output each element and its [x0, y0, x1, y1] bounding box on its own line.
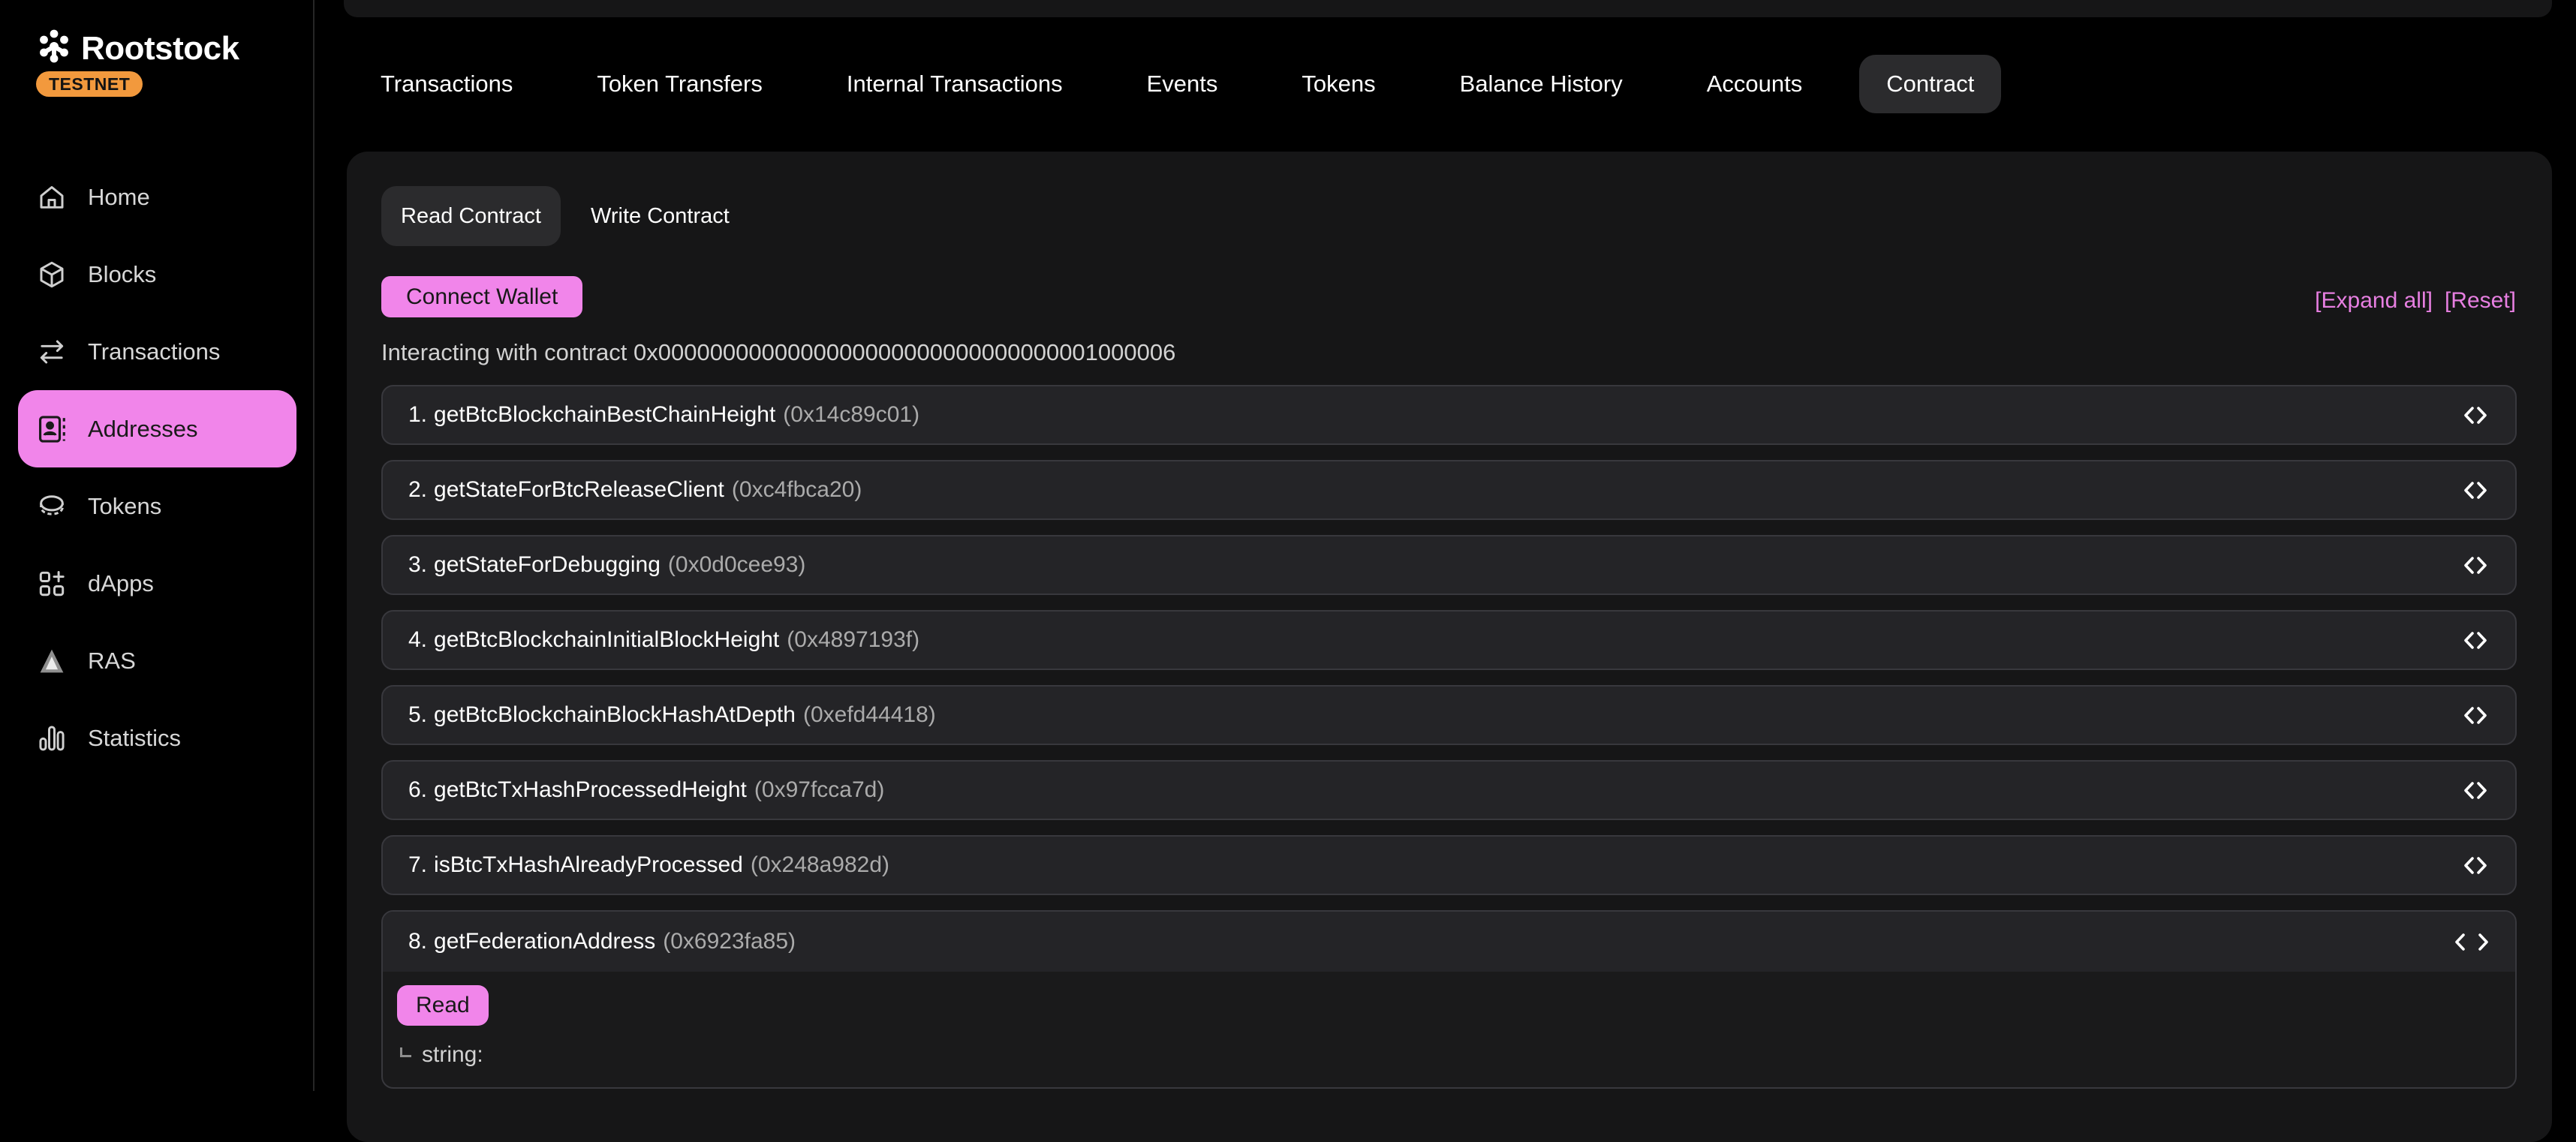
method-name: getStateForBtcReleaseClient	[434, 477, 724, 503]
tokens-icon	[36, 491, 68, 522]
tab-tokens[interactable]: Tokens	[1302, 71, 1375, 98]
method-name: isBtcTxHashAlreadyProcessed	[434, 852, 743, 878]
code-icon[interactable]	[2461, 630, 2490, 651]
interacting-with-contract-text: Interacting with contract 0x000000000000…	[381, 339, 1175, 366]
method-name: getBtcBlockchainInitialBlockHeight	[434, 627, 779, 653]
method-selector: (0x14c89c01)	[783, 402, 919, 428]
method-number: 8.	[408, 929, 427, 954]
method-selector: (0x97fcca7d)	[754, 777, 884, 803]
code-icon-expanded[interactable]	[2454, 932, 2490, 952]
tab-contract[interactable]: Contract	[1859, 55, 2001, 113]
method-row-3[interactable]: 3. getStateForDebugging (0x0d0cee93)	[381, 535, 2517, 595]
sidebar-item-label: RAS	[88, 648, 136, 675]
method-selector: (0x0d0cee93)	[668, 552, 805, 578]
method-selector: (0x248a982d)	[751, 852, 889, 878]
method-selector: (0xc4fbca20)	[732, 477, 862, 503]
sidebar-item-blocks[interactable]: Blocks	[18, 236, 296, 313]
method-name: getBtcBlockchainBestChainHeight	[434, 402, 775, 428]
method-8-body: Read string:	[383, 972, 2515, 1087]
code-icon[interactable]	[2461, 705, 2490, 726]
sidebar-item-label: Blocks	[88, 261, 156, 288]
method-row-1[interactable]: 1. getBtcBlockchainBestChainHeight (0x14…	[381, 385, 2517, 445]
sidebar-item-home[interactable]: Home	[18, 158, 296, 236]
code-icon[interactable]	[2461, 780, 2490, 801]
method-row-5[interactable]: 5. getBtcBlockchainBlockHashAtDepth (0xe…	[381, 685, 2517, 745]
sidebar-item-label: dApps	[88, 570, 154, 597]
sidebar-item-ras[interactable]: RAS	[18, 622, 296, 699]
method-row-8[interactable]: 8. getFederationAddress (0x6923fa85)	[383, 912, 2515, 972]
sidebar-item-addresses[interactable]: Addresses	[18, 390, 296, 467]
reset-link[interactable]: [Reset]	[2445, 288, 2516, 314]
subtab-write-contract[interactable]: Write Contract	[591, 204, 730, 229]
method-number: 1.	[408, 402, 427, 428]
method-row-6[interactable]: 6. getBtcTxHashProcessedHeight (0x97fcca…	[381, 760, 2517, 820]
method-number: 5.	[408, 702, 427, 728]
output-branch-icon	[400, 1047, 411, 1057]
code-icon[interactable]	[2461, 405, 2490, 425]
sidebar: Rootstock TESTNET Home Blocks Transactio…	[0, 0, 314, 1091]
read-button[interactable]: Read	[397, 985, 489, 1026]
method-name: getBtcTxHashProcessedHeight	[434, 777, 747, 803]
panel-links: [Expand all] [Reset]	[2315, 288, 2516, 314]
contract-card: Read Contract Write Contract Connect Wal…	[347, 152, 2552, 1142]
tab-token-transfers[interactable]: Token Transfers	[597, 71, 763, 98]
sidebar-item-label: Transactions	[88, 338, 220, 365]
method-number: 2.	[408, 477, 427, 503]
sidebar-item-transactions[interactable]: Transactions	[18, 313, 296, 390]
method-name: getStateForDebugging	[434, 552, 661, 578]
testnet-badge: TESTNET	[36, 71, 143, 97]
output-line: string:	[397, 1042, 2515, 1068]
blocks-icon	[36, 259, 68, 290]
code-icon[interactable]	[2461, 480, 2490, 500]
tab-events[interactable]: Events	[1147, 71, 1218, 98]
sidebar-nav: Home Blocks Transactions Addresses	[18, 158, 296, 777]
method-row-7[interactable]: 7. isBtcTxHashAlreadyProcessed (0x248a98…	[381, 835, 2517, 895]
home-icon	[36, 182, 68, 213]
tab-internal-transactions[interactable]: Internal Transactions	[847, 71, 1063, 98]
transactions-icon	[36, 336, 68, 368]
sidebar-item-label: Statistics	[88, 725, 181, 752]
code-icon[interactable]	[2461, 855, 2490, 876]
tab-balance-history[interactable]: Balance History	[1460, 71, 1623, 98]
method-selector: (0xefd44418)	[803, 702, 936, 728]
methods-list: 1. getBtcBlockchainBestChainHeight (0x14…	[381, 385, 2517, 1089]
subtab-read-contract[interactable]: Read Contract	[381, 186, 561, 246]
method-name: getBtcBlockchainBlockHashAtDepth	[434, 702, 796, 728]
dapps-icon	[36, 568, 68, 600]
method-row-8-expanded: 8. getFederationAddress (0x6923fa85) Rea…	[381, 910, 2517, 1089]
sidebar-item-label: Home	[88, 184, 150, 211]
method-selector: (0x6923fa85)	[663, 929, 796, 954]
statistics-icon	[36, 723, 68, 754]
brand-name: Rootstock	[81, 30, 239, 68]
method-number: 7.	[408, 852, 427, 878]
method-selector: (0x4897193f)	[787, 627, 919, 653]
expand-all-link[interactable]: [Expand all]	[2315, 288, 2433, 314]
addresses-icon	[36, 413, 68, 445]
method-row-2[interactable]: 2. getStateForBtcReleaseClient (0xc4fbca…	[381, 460, 2517, 520]
tab-transactions[interactable]: Transactions	[381, 71, 513, 98]
rootstock-logo-icon	[36, 27, 72, 70]
sidebar-item-dapps[interactable]: dApps	[18, 545, 296, 622]
sidebar-item-label: Tokens	[88, 493, 161, 520]
tab-accounts[interactable]: Accounts	[1707, 71, 1803, 98]
ras-icon	[36, 645, 68, 677]
method-number: 3.	[408, 552, 427, 578]
sidebar-item-statistics[interactable]: Statistics	[18, 699, 296, 777]
contract-subtabs: Read Contract Write Contract	[381, 186, 730, 246]
output-type-label: string:	[422, 1042, 483, 1068]
method-number: 4.	[408, 627, 427, 653]
method-name: getFederationAddress	[434, 929, 655, 954]
sidebar-item-tokens[interactable]: Tokens	[18, 467, 296, 545]
code-icon[interactable]	[2461, 555, 2490, 576]
address-tab-bar: Transactions Token Transfers Internal Tr…	[381, 55, 1974, 113]
method-row-4[interactable]: 4. getBtcBlockchainInitialBlockHeight (0…	[381, 610, 2517, 670]
scrolled-card-edge	[344, 0, 2552, 17]
method-number: 6.	[408, 777, 427, 803]
connect-wallet-button[interactable]: Connect Wallet	[381, 276, 582, 317]
brand[interactable]: Rootstock	[36, 27, 239, 70]
sidebar-item-label: Addresses	[88, 416, 197, 443]
